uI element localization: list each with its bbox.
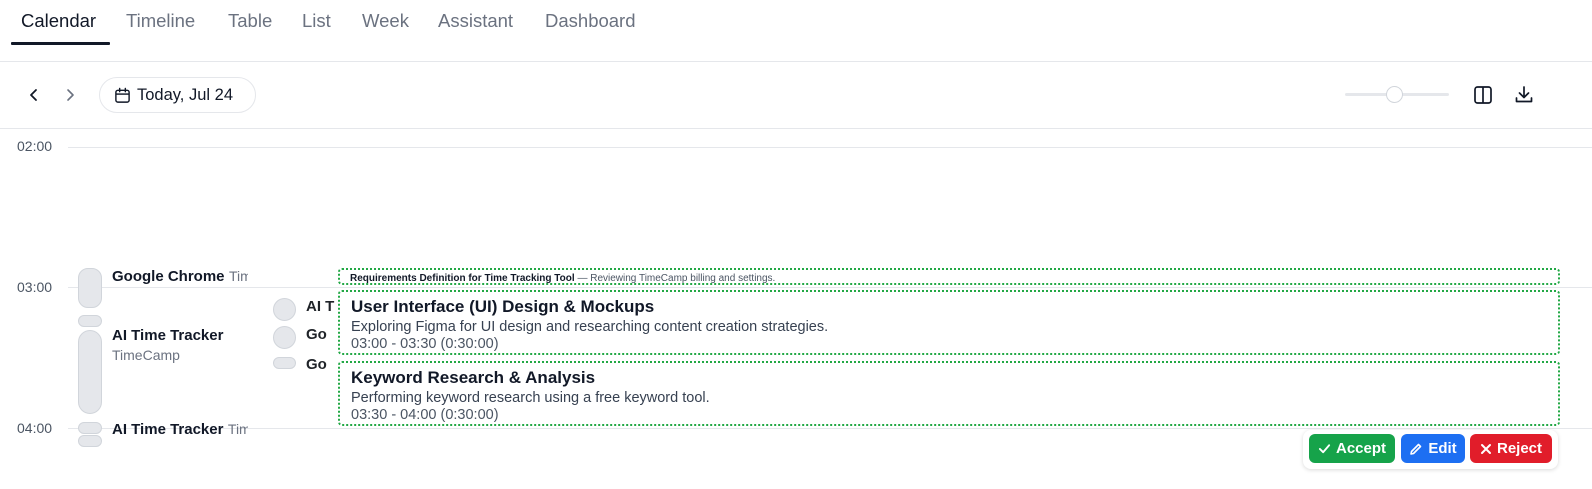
columns-icon: [1474, 86, 1492, 104]
prev-day-button[interactable]: [23, 84, 45, 106]
activity-dot[interactable]: [273, 298, 296, 321]
grid-line-0200: [68, 147, 1592, 148]
active-tab-indicator: [11, 42, 110, 45]
card-time-range: 03:30 - 04:00 (0:30:00): [351, 407, 499, 423]
date-label: Today, Jul 24: [137, 85, 234, 104]
grid-line-0300: [68, 287, 1592, 288]
next-day-button[interactable]: [59, 84, 81, 106]
tab-assistant[interactable]: Assistant: [438, 10, 513, 32]
time-label-0200: 02:00: [17, 138, 53, 154]
tab-timeline[interactable]: Timeline: [126, 10, 195, 32]
zoom-slider-thumb[interactable]: [1386, 86, 1403, 103]
app-name-ai-tracker: AI Time Tracker: [112, 327, 224, 344]
check-icon: [1318, 444, 1331, 454]
activity-label-chrome: Google Chrome Tim: [112, 268, 248, 288]
tab-calendar[interactable]: Calendar: [21, 10, 96, 32]
calendar-toolbar: Today, Jul 24: [0, 62, 1592, 129]
suggestion-actions: Accept Edit Reject: [1303, 430, 1558, 469]
edit-button[interactable]: Edit: [1401, 434, 1465, 463]
view-tabs: Calendar Timeline Table List Week Assist…: [0, 0, 1592, 62]
download-icon: [1515, 86, 1533, 103]
accept-button[interactable]: Accept: [1309, 434, 1395, 463]
card-description: Performing keyword research using a free…: [351, 390, 710, 406]
activity-dot[interactable]: [273, 326, 296, 349]
tab-dashboard[interactable]: Dashboard: [545, 10, 636, 32]
today-date-button[interactable]: Today, Jul 24: [99, 77, 256, 113]
tab-week[interactable]: Week: [362, 10, 409, 32]
app-name: Google Chrome: [112, 268, 225, 285]
app-name: AI Time Tracker: [112, 421, 224, 438]
activity-block-ai-tracker[interactable]: [78, 330, 102, 414]
card-title: User Interface (UI) Design & Mockups: [351, 297, 655, 316]
activity-block-small[interactable]: [273, 357, 296, 369]
close-icon: [1480, 443, 1491, 454]
activity-label-truncated: Go: [306, 356, 327, 373]
card-title: Requirements Definition for Time Trackin…: [350, 273, 575, 284]
tab-list[interactable]: List: [302, 10, 331, 32]
card-description: — Reviewing TimeCamp billing and setting…: [574, 273, 776, 284]
activity-block-chrome[interactable]: [78, 268, 102, 308]
download-button[interactable]: [1512, 83, 1536, 107]
activity-block-small[interactable]: [78, 435, 102, 447]
app-detail: Tim: [227, 421, 248, 437]
reject-label: Reject: [1496, 440, 1543, 457]
suggestion-card-keyword-research[interactable]: Keyword Research & Analysis Performing k…: [338, 361, 1560, 426]
split-view-button[interactable]: [1471, 83, 1495, 107]
grid-line-0400: [68, 428, 1592, 429]
suggestion-card-ui-design[interactable]: User Interface (UI) Design & Mockups Exp…: [338, 290, 1560, 355]
app-detail: Tim: [228, 268, 248, 284]
accept-label: Accept: [1335, 440, 1387, 457]
tab-table[interactable]: Table: [228, 10, 272, 32]
time-label-0400: 04:00: [17, 420, 53, 436]
card-description: Exploring Figma for UI design and resear…: [351, 319, 829, 335]
app-detail-timecamp: TimeCamp: [112, 347, 180, 363]
card-title: Keyword Research & Analysis: [351, 368, 596, 387]
activity-label-truncated: AI T: [306, 298, 335, 315]
suggestion-card-requirements[interactable]: Requirements Definition for Time Trackin…: [338, 268, 1560, 285]
pencil-icon: [1410, 443, 1422, 455]
reject-button[interactable]: Reject: [1470, 434, 1552, 463]
activity-block-small[interactable]: [78, 315, 102, 327]
activity-label-truncated: Go: [306, 326, 327, 343]
activity-label-ai-tracker-2: AI Time Tracker Tim: [112, 421, 248, 441]
calendar-icon: [115, 87, 130, 103]
edit-label: Edit: [1428, 440, 1457, 457]
card-time-range: 03:00 - 03:30 (0:30:00): [351, 336, 499, 352]
activity-block-small[interactable]: [78, 422, 102, 434]
chevron-left-icon: [30, 89, 37, 101]
time-label-0300: 03:00: [17, 279, 53, 295]
chevron-right-icon: [67, 89, 74, 101]
